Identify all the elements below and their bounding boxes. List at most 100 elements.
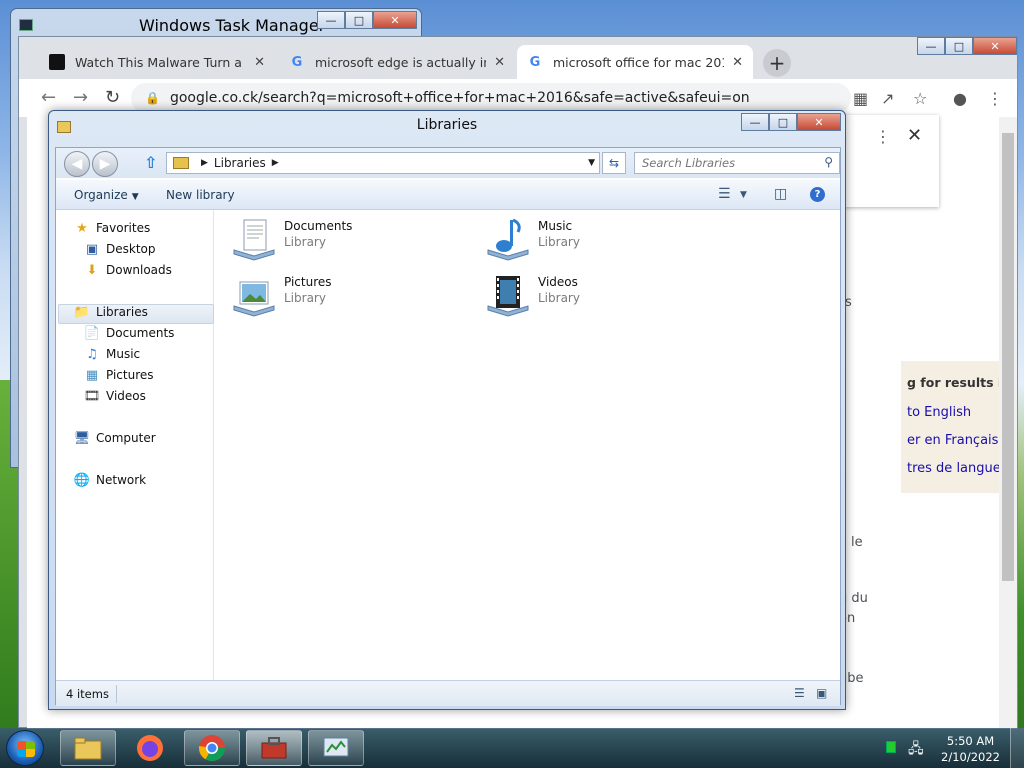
- close-button[interactable]: ✕: [373, 11, 417, 29]
- nav-computer[interactable]: 🖥 Computer: [74, 428, 156, 448]
- reload-icon[interactable]: ↻: [105, 87, 120, 108]
- explorer-maximize-button[interactable]: □: [769, 113, 797, 131]
- library-item-music[interactable]: Music Library: [484, 216, 580, 264]
- show-desktop-button[interactable]: [1010, 728, 1024, 768]
- browser-tab-edge[interactable]: G microsoft edge is actually interne ✕: [279, 45, 515, 79]
- taskbar-toolbox[interactable]: [246, 730, 302, 766]
- taskbar-task-manager[interactable]: [308, 730, 364, 766]
- back-button[interactable]: ◀: [64, 151, 90, 177]
- toolbox-icon: [261, 737, 287, 759]
- computer-icon: 🖥: [73, 430, 91, 446]
- forward-button[interactable]: ▶: [92, 151, 118, 177]
- search-icon[interactable]: ⚲: [824, 155, 833, 169]
- new-tab-button[interactable]: +: [763, 49, 791, 77]
- page-scrollbar[interactable]: [999, 117, 1017, 729]
- new-library-button[interactable]: New library: [166, 188, 235, 202]
- nav-videos[interactable]: 🎞 Videos: [84, 386, 146, 406]
- library-item-pictures[interactable]: Pictures Library: [230, 272, 332, 320]
- chrome-minimize-button[interactable]: —: [917, 37, 945, 55]
- nav-favorites[interactable]: ★ Favorites: [74, 218, 150, 238]
- library-name: Documents: [284, 219, 353, 233]
- close-tab-icon[interactable]: ✕: [732, 55, 743, 70]
- breadcrumb[interactable]: Libraries: [214, 156, 266, 170]
- popup-menu-icon[interactable]: ⋮: [875, 127, 891, 146]
- nav-music[interactable]: ♫ Music: [84, 344, 140, 364]
- forward-arrow-icon[interactable]: →: [73, 87, 88, 108]
- nav-pictures[interactable]: ▦ Pictures: [84, 365, 154, 385]
- nav-label: Favorites: [96, 221, 151, 235]
- taskbar-chrome[interactable]: [184, 730, 240, 766]
- breadcrumb-chevron-icon[interactable]: ▶: [201, 158, 208, 168]
- clock-date: 2/10/2022: [941, 750, 1000, 764]
- firefox-icon: [137, 735, 163, 761]
- taskbar-explorer[interactable]: [60, 730, 116, 766]
- explorer-address-bar[interactable]: ▶ Libraries ▶ ▼: [166, 152, 600, 174]
- profile-avatar-icon[interactable]: ●: [953, 89, 967, 108]
- refresh-button[interactable]: ⇆: [602, 152, 626, 174]
- search-input[interactable]: [642, 156, 814, 170]
- search-box[interactable]: ⚲: [634, 152, 840, 174]
- nav-libraries[interactable]: 📁 Libraries: [74, 302, 148, 322]
- large-icons-view-icon[interactable]: ▣: [816, 686, 827, 700]
- translate-link[interactable]: er en Français: [907, 433, 998, 448]
- explorer-close-button[interactable]: ✕: [797, 113, 841, 131]
- scrollbar-thumb[interactable]: [1002, 133, 1014, 581]
- translate-link[interactable]: to English: [907, 405, 971, 420]
- address-dropdown-icon[interactable]: ▼: [588, 158, 595, 168]
- library-folder-icon: 📁: [73, 304, 91, 320]
- explorer-body: ◀ ▶ ⇧ ▶ Libraries ▶ ▼ ⇆ ⚲ Organize▼ New …: [55, 147, 841, 706]
- help-icon[interactable]: ?: [810, 187, 825, 202]
- back-arrow-icon[interactable]: ←: [41, 87, 56, 108]
- nav-desktop[interactable]: ▣ Desktop: [84, 239, 156, 259]
- organize-button[interactable]: Organize ▼: [74, 188, 139, 202]
- cpu-meter-icon[interactable]: [886, 741, 896, 753]
- details-view-icon[interactable]: ☰: [794, 686, 805, 700]
- nav-documents[interactable]: 📄 Documents: [84, 323, 175, 343]
- up-arrow-icon[interactable]: ⇧: [144, 153, 157, 172]
- picture-icon: ▦: [85, 367, 99, 383]
- library-item-documents[interactable]: Documents Library: [230, 216, 352, 264]
- library-name: Pictures: [284, 275, 332, 289]
- preview-pane-icon[interactable]: ◫: [774, 186, 787, 202]
- nav-label: Desktop: [106, 242, 156, 256]
- view-dropdown-icon[interactable]: ▼: [740, 190, 747, 200]
- url-text: google.co.ck/search?q=microsoft+office+f…: [169, 90, 750, 106]
- close-tab-icon[interactable]: ✕: [494, 55, 505, 70]
- popup-close-icon[interactable]: ✕: [907, 125, 922, 146]
- task-manager-icon: [19, 19, 33, 31]
- library-type: Library: [538, 291, 580, 305]
- maximize-button[interactable]: □: [345, 11, 373, 29]
- start-button[interactable]: [6, 730, 44, 766]
- change-view-icon[interactable]: ☰: [718, 186, 731, 202]
- folder-icon: [74, 737, 102, 760]
- bookmark-star-icon[interactable]: ☆: [913, 89, 927, 108]
- command-bar: Organize ▼ New library ☰ ▼ ◫ ?: [56, 180, 840, 210]
- taskbar: 🖧 5:50 AM 2/10/2022: [0, 728, 1024, 768]
- close-tab-icon[interactable]: ✕: [254, 55, 265, 70]
- chrome-maximize-button[interactable]: □: [945, 37, 973, 55]
- tab-label: microsoft edge is actually interne: [315, 54, 486, 70]
- task-manager-title: Windows Task Manager: [139, 16, 326, 35]
- library-item-videos[interactable]: Videos Library: [484, 272, 580, 320]
- minimize-button[interactable]: —: [317, 11, 345, 29]
- translate-icon[interactable]: ▦: [853, 89, 868, 108]
- network-tray-icon[interactable]: 🖧: [908, 738, 924, 762]
- clock[interactable]: 5:50 AM 2/10/2022: [941, 733, 1000, 765]
- browser-tab-office[interactable]: G microsoft office for mac 2016 - R ✕: [517, 45, 753, 79]
- libraries-window[interactable]: Libraries — □ ✕ ◀ ▶ ⇧ ▶ Libraries ▶ ▼ ⇆ …: [48, 110, 846, 710]
- chrome-close-button[interactable]: ✕: [973, 37, 1017, 55]
- menu-dots-icon[interactable]: ⋮: [987, 89, 1003, 108]
- nav-network[interactable]: 🌐 Network: [74, 470, 146, 490]
- caret-down-icon: ▼: [131, 192, 139, 202]
- translate-link[interactable]: tres de langue: [907, 461, 999, 476]
- nav-downloads[interactable]: ⬇ Downloads: [84, 260, 172, 280]
- browser-tab-malware[interactable]: Watch This Malware Turn a Comp ✕: [39, 45, 275, 79]
- network-icon: 🌐: [73, 472, 91, 488]
- google-favicon-icon: G: [291, 54, 303, 70]
- status-divider: [116, 685, 117, 703]
- breadcrumb-chevron-icon[interactable]: ▶: [272, 158, 279, 168]
- address-bar[interactable]: 🔒 google.co.ck/search?q=microsoft+office…: [131, 83, 851, 113]
- share-icon[interactable]: ↗: [881, 89, 894, 108]
- explorer-minimize-button[interactable]: —: [741, 113, 769, 131]
- taskbar-firefox[interactable]: [122, 730, 178, 766]
